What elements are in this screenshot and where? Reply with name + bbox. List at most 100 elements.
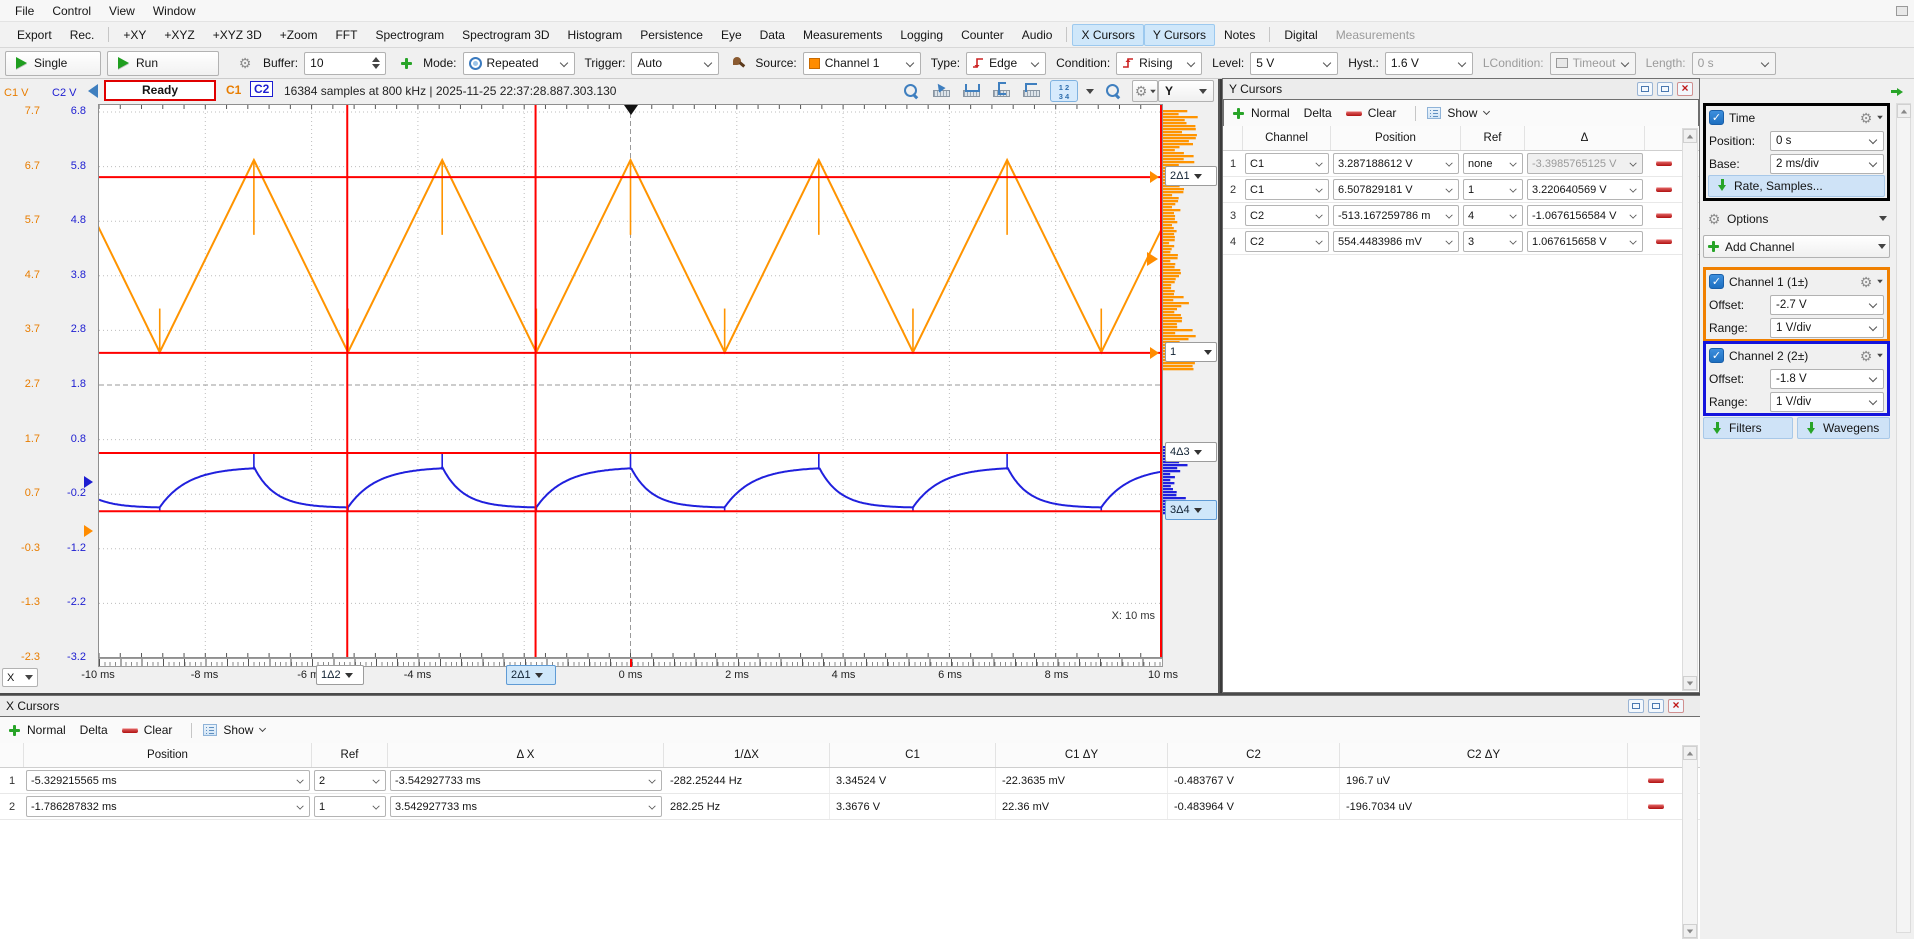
y-panel-scrollbar[interactable] xyxy=(1682,128,1698,691)
wavegens-button[interactable]: Wavegens xyxy=(1797,417,1890,439)
trigger-select[interactable]: Auto xyxy=(631,52,719,75)
position-select[interactable]: 6.507829181 V xyxy=(1333,179,1459,200)
trigger-position-marker[interactable] xyxy=(624,105,638,115)
buffer-spinner[interactable]: 10 xyxy=(304,52,386,75)
settings-scrollbar[interactable] xyxy=(1896,103,1911,933)
clear-button[interactable]: Clear xyxy=(1368,106,1397,120)
ref-select[interactable]: none xyxy=(1463,153,1523,174)
delta-x-select[interactable]: 3.542927733 ms xyxy=(390,796,662,817)
close-button[interactable] xyxy=(1668,699,1684,713)
channel2-gear-icon[interactable] xyxy=(1858,348,1874,364)
position-select[interactable]: -513.167259786 m xyxy=(1333,205,1459,226)
tab-audio[interactable]: Audio xyxy=(1013,24,1062,46)
tab-+xyz-3d[interactable]: +XYZ 3D xyxy=(204,24,271,46)
c2-zero-marker-icon[interactable] xyxy=(84,476,93,488)
tab-y-cursors[interactable]: Y Cursors xyxy=(1144,24,1215,46)
position-select[interactable]: -5.329215565 ms xyxy=(26,770,310,791)
collapse-arrow-icon[interactable] xyxy=(1891,86,1904,97)
length-select[interactable]: 0 s xyxy=(1692,52,1776,75)
delta-select[interactable]: -1.0676156584 V xyxy=(1527,205,1643,226)
delta-x-select[interactable]: -3.542927733 ms xyxy=(390,770,662,791)
time-position-select[interactable]: 0 s xyxy=(1770,131,1884,151)
tab-notes[interactable]: Notes xyxy=(1215,24,1264,46)
channel1-tag[interactable]: C1 xyxy=(226,83,241,97)
channel2-tag[interactable]: C2 xyxy=(250,81,273,97)
tab-+zoom[interactable]: +Zoom xyxy=(271,24,327,46)
tab-logging[interactable]: Logging xyxy=(891,24,952,46)
position-select[interactable]: 3.287188612 V xyxy=(1333,153,1459,174)
waveform-plot[interactable]: X: 10 ms xyxy=(98,104,1163,658)
ref-select[interactable]: 1 xyxy=(1463,179,1523,200)
y-cursor-tag-3d4[interactable]: 3Δ4 xyxy=(1165,500,1217,520)
tab-persistence[interactable]: Persistence xyxy=(631,24,712,46)
position-select[interactable]: -1.786287832 ms xyxy=(26,796,310,817)
remove-cursor-button[interactable] xyxy=(1648,804,1664,809)
x-cursor-tag-2d1[interactable]: 2Δ1 xyxy=(506,665,556,685)
measure-cursor-icon[interactable] xyxy=(930,81,952,101)
channel2-range-select[interactable]: 1 V/div xyxy=(1770,392,1884,412)
y-cursors-titlebar[interactable]: Y Cursors xyxy=(1222,78,1700,100)
spinner-buttons[interactable] xyxy=(372,57,380,69)
normal-button[interactable]: Normal xyxy=(1251,106,1290,120)
channel-select[interactable]: C1 xyxy=(1245,153,1329,174)
buffer-gear-icon[interactable] xyxy=(237,55,253,71)
type-select[interactable]: Edge xyxy=(966,52,1046,75)
show-button[interactable]: Show xyxy=(223,723,253,737)
remove-cursor-button[interactable] xyxy=(1656,161,1672,166)
show-button[interactable]: Show xyxy=(1447,106,1477,120)
close-button[interactable] xyxy=(1677,82,1693,96)
time-checkbox[interactable] xyxy=(1709,110,1724,125)
maximize-button[interactable] xyxy=(1657,82,1673,96)
add-mode-icon[interactable] xyxy=(400,57,413,70)
level-select[interactable]: 5 V xyxy=(1250,52,1338,75)
position-select[interactable]: 554.4483986 mV xyxy=(1333,231,1459,252)
x-cursor-tag-1d2[interactable]: 1Δ2 xyxy=(316,665,364,685)
tab-+xy[interactable]: +XY xyxy=(114,24,155,46)
zoom-fit-icon[interactable] xyxy=(1102,81,1124,101)
x-panel-scrollbar[interactable] xyxy=(1682,745,1698,939)
remove-cursor-button[interactable] xyxy=(1656,239,1672,244)
x-axis-mode-select[interactable]: X xyxy=(2,668,38,687)
plot-options-button[interactable] xyxy=(1132,80,1158,102)
hysteresis-select[interactable]: 1.6 V xyxy=(1385,52,1473,75)
channel-select[interactable]: C2 xyxy=(1245,231,1329,252)
x-cursors-titlebar[interactable]: X Cursors xyxy=(0,695,1700,717)
run-button[interactable]: Run xyxy=(107,51,219,76)
ref-select[interactable]: 2 xyxy=(314,770,386,791)
time-base-select[interactable]: 2 ms/div xyxy=(1770,154,1884,174)
ref-select[interactable]: 4 xyxy=(1463,205,1523,226)
source-select[interactable]: Channel 1 xyxy=(803,52,921,75)
y-cursor-tag-4d3[interactable]: 4Δ3 xyxy=(1165,442,1217,462)
channel2-checkbox[interactable] xyxy=(1709,348,1724,363)
tab-+xyz[interactable]: +XYZ xyxy=(155,24,203,46)
mode-select[interactable]: Repeated xyxy=(463,52,575,75)
tab-digital[interactable]: Digital xyxy=(1275,24,1326,46)
vertical-ruler-icon[interactable] xyxy=(990,81,1012,101)
delta-select[interactable]: 3.220640569 V xyxy=(1527,179,1643,200)
spin-up-icon[interactable] xyxy=(372,57,380,62)
channel-select[interactable]: C1 xyxy=(1245,179,1329,200)
channel1-range-select[interactable]: 1 V/div xyxy=(1770,318,1884,338)
quad-view-button[interactable] xyxy=(1050,80,1078,102)
normal-button[interactable]: Normal xyxy=(27,723,66,737)
edge-ruler-icon[interactable] xyxy=(1020,81,1042,101)
spin-down-icon[interactable] xyxy=(372,64,380,69)
channel1-checkbox[interactable] xyxy=(1709,274,1724,289)
tab-rec[interactable]: Rec. xyxy=(61,24,104,46)
condition-select[interactable]: Rising xyxy=(1116,52,1202,75)
menu-window[interactable]: Window xyxy=(144,2,205,20)
remove-cursor-button[interactable] xyxy=(1648,778,1664,783)
time-gear-icon[interactable] xyxy=(1858,110,1874,126)
y-axis-mode-select[interactable]: Y xyxy=(1158,80,1214,102)
c1-zero-marker-icon[interactable] xyxy=(84,525,93,537)
tab-counter[interactable]: Counter xyxy=(952,24,1013,46)
ref-select[interactable]: 1 xyxy=(314,796,386,817)
tab-spectrogram[interactable]: Spectrogram xyxy=(366,24,453,46)
rate-samples-button[interactable]: Rate, Samples... xyxy=(1708,175,1885,197)
menu-control[interactable]: Control xyxy=(43,2,100,20)
trigger-level-arrow-icon[interactable] xyxy=(1147,252,1158,266)
undock-button[interactable] xyxy=(1637,82,1653,96)
channel-select[interactable]: C2 xyxy=(1245,205,1329,226)
menu-view[interactable]: View xyxy=(100,2,144,20)
channel1-offset-select[interactable]: -2.7 V xyxy=(1770,295,1884,315)
